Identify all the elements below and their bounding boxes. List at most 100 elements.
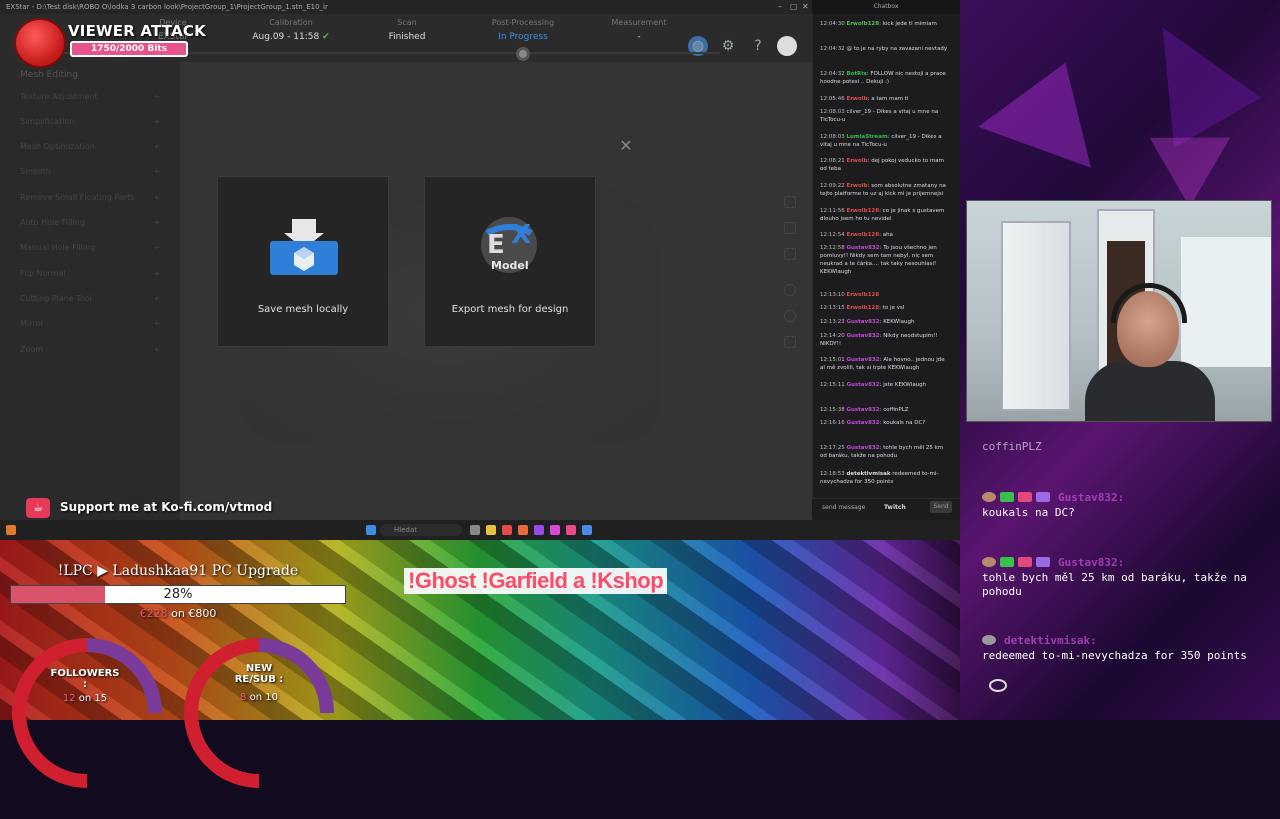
tomato-heart-icon bbox=[14, 18, 66, 68]
chat-message: 12:12:54 Erwolb128: aha bbox=[820, 232, 893, 238]
plus-icon: + bbox=[153, 319, 160, 328]
plus-icon: + bbox=[153, 92, 160, 101]
avatar-icon[interactable] bbox=[777, 36, 797, 56]
plus-icon: + bbox=[153, 193, 160, 202]
step-scan[interactable]: Scan Finished bbox=[352, 18, 462, 42]
app-icon[interactable] bbox=[502, 525, 512, 535]
viewer-attack-title: VIEWER ATTACK bbox=[68, 22, 206, 40]
exstar-taskbar-icon[interactable] bbox=[582, 525, 592, 535]
step-post-processing[interactable]: Post-Processing In Progress bbox=[468, 18, 578, 42]
browser-icon[interactable] bbox=[518, 525, 528, 535]
sidebar-item[interactable]: Flip Normal + bbox=[20, 269, 170, 278]
sidebar-item[interactable]: Remove Small Floating Parts + bbox=[20, 193, 170, 202]
subs-gauge-label: NEW RE/SUB : bbox=[234, 663, 284, 685]
chat-send-button[interactable]: Send bbox=[930, 501, 952, 513]
save-mesh-locally-option[interactable]: Save mesh locally bbox=[217, 176, 389, 347]
eye-tool-icon[interactable] bbox=[784, 310, 796, 322]
subs-gauge-value: 8 on 10 bbox=[204, 692, 314, 703]
chat-message: 12:13:15 Erwolb128: to je vsl bbox=[820, 305, 905, 311]
chat-message: 12:15:38 Gustav832: coffinPLZ bbox=[820, 407, 909, 413]
check-icon: ✔ bbox=[322, 32, 330, 42]
webcam-door bbox=[1001, 221, 1071, 411]
window-titlebar: EXStar - D:\Test disk\ROBO O\lodka 3 car… bbox=[0, 0, 812, 14]
sidebar-item-label: Cutting Plane Tool bbox=[20, 294, 92, 303]
rotate-tool-icon[interactable] bbox=[784, 284, 796, 296]
viewer-attack-bits-bar: 1750/2000 Bits bbox=[70, 41, 188, 57]
settings-tool-icon[interactable] bbox=[784, 336, 796, 348]
chat-platform-select[interactable]: Twitch bbox=[884, 504, 906, 511]
minimize-icon[interactable]: – bbox=[778, 2, 782, 11]
overlay-chat-message: detektivmisak: redeemed to-mi-nevychadza… bbox=[982, 633, 1262, 663]
taskbar-search[interactable]: Hledat bbox=[380, 524, 462, 536]
chat-message-input[interactable]: send message bbox=[822, 504, 865, 511]
windows-taskbar: Hledat bbox=[0, 520, 960, 540]
badge-icon bbox=[982, 557, 996, 567]
plus-icon: + bbox=[153, 218, 160, 227]
sidebar-item[interactable]: Cutting Plane Tool + bbox=[20, 294, 170, 303]
sidebar-item[interactable]: Mirror + bbox=[20, 319, 170, 328]
badge-icon bbox=[982, 492, 996, 502]
overlay-chat-faded: coffinPLZ bbox=[982, 440, 1042, 453]
chat-message: 12:14:20 Gustav832: Nikdy neodstupim!! N… bbox=[820, 333, 938, 347]
option-label: Export mesh for design bbox=[451, 304, 569, 315]
sidebar-item[interactable]: Zoom + bbox=[20, 345, 170, 354]
sidebar-item[interactable]: Simplification + bbox=[20, 117, 170, 126]
overlay-username: Gustav832: bbox=[1058, 490, 1125, 504]
view-tool-icon[interactable] bbox=[784, 196, 796, 208]
sidebar-item[interactable]: Mesh Optimization + bbox=[20, 142, 170, 151]
option-label: Save mesh locally bbox=[257, 304, 349, 315]
export-tool-icon[interactable] bbox=[784, 248, 796, 260]
gauge-target: on 10 bbox=[246, 692, 278, 703]
weather-icon[interactable] bbox=[6, 525, 16, 535]
task-view-icon[interactable] bbox=[470, 525, 480, 535]
svg-text:E: E bbox=[487, 230, 505, 260]
save-box-icon bbox=[270, 219, 338, 275]
maximize-icon[interactable]: ▢ bbox=[790, 2, 798, 11]
chat-message: 12:13:10 Erwolb128 bbox=[820, 292, 880, 298]
badge-icon bbox=[1000, 492, 1014, 502]
badge-icon bbox=[982, 635, 996, 645]
chat-message: 12:04:30 Erwolb128: kick jede tl mimiam bbox=[820, 21, 937, 27]
goal-title: !LPC ▶ Ladushkaa91 PC Upgrade bbox=[57, 563, 299, 579]
gear-icon[interactable]: ⚙ bbox=[718, 36, 738, 56]
sidebar-item-label: Remove Small Floating Parts bbox=[20, 193, 135, 202]
step-measurement[interactable]: Measurement - bbox=[584, 18, 694, 42]
goal-amount: €228 on €800 bbox=[10, 607, 346, 620]
sidebar-item[interactable]: Smooth + bbox=[20, 167, 170, 176]
chat-message: 12:15:01 Gustav832: Ale hovno.. jednou j… bbox=[820, 357, 945, 371]
sidebar-item[interactable]: Auto Hole Filling + bbox=[20, 218, 170, 227]
chat-message: 12:05:46 Erwolb: a tam mam tl bbox=[820, 96, 909, 102]
goal-target: on €800 bbox=[167, 607, 217, 620]
sidebar-item-label: Texture Adjustment bbox=[20, 92, 98, 101]
chat-message: 12:04:32 @ to je na ryby na zavazani nev… bbox=[820, 46, 948, 52]
sidebar-item-label: Manual Hole Filling bbox=[20, 243, 96, 252]
sidebar-item[interactable]: Manual Hole Filling + bbox=[20, 243, 170, 252]
step-calibration[interactable]: Calibration Aug.09 - 11:58 ✔ bbox=[236, 18, 346, 42]
step-value: Finished bbox=[388, 32, 426, 42]
exstar-app-window: EXStar - D:\Test disk\ROBO O\lodka 3 car… bbox=[0, 0, 812, 520]
start-icon[interactable] bbox=[366, 525, 376, 535]
overlay-username: Gustav832: bbox=[1058, 555, 1125, 569]
app-icon[interactable] bbox=[566, 525, 576, 535]
step-label: Measurement bbox=[611, 18, 667, 27]
close-icon[interactable]: ✕ bbox=[802, 2, 809, 11]
step-label: Scan bbox=[397, 18, 417, 27]
app-icon[interactable] bbox=[550, 525, 560, 535]
chat-message: 12:09:22 Erwolb: som absolutne zmatany n… bbox=[820, 183, 946, 197]
chat-message: 12:08:21 Erwolb: dej pokoj veducko to ma… bbox=[820, 158, 944, 172]
app-icon[interactable] bbox=[534, 525, 544, 535]
sidebar-item[interactable]: Texture Adjustment + bbox=[20, 92, 170, 101]
export-mesh-for-design-option[interactable]: E X Model Export mesh for design bbox=[424, 176, 596, 347]
badge-icon bbox=[1000, 557, 1014, 567]
overlay-chat-message: Gustav832: tohle bych měl 25 km od barák… bbox=[982, 555, 1262, 599]
gauge-current: 12 bbox=[62, 693, 76, 704]
overlay-username: detektivmisak: bbox=[1004, 633, 1097, 647]
plus-icon: + bbox=[153, 117, 160, 126]
file-explorer-icon[interactable] bbox=[486, 525, 496, 535]
chat-message: 12:15:11 Gustav832: jste KEKWlaugh bbox=[820, 382, 927, 388]
help-icon[interactable]: ? bbox=[748, 36, 768, 56]
view-tool-icon[interactable] bbox=[784, 222, 796, 234]
svg-text:X: X bbox=[511, 220, 531, 250]
dialog-close-icon[interactable]: ✕ bbox=[617, 137, 635, 155]
chat-message: 12:13:23 Gustav832: KEKWlaugh bbox=[820, 319, 915, 325]
